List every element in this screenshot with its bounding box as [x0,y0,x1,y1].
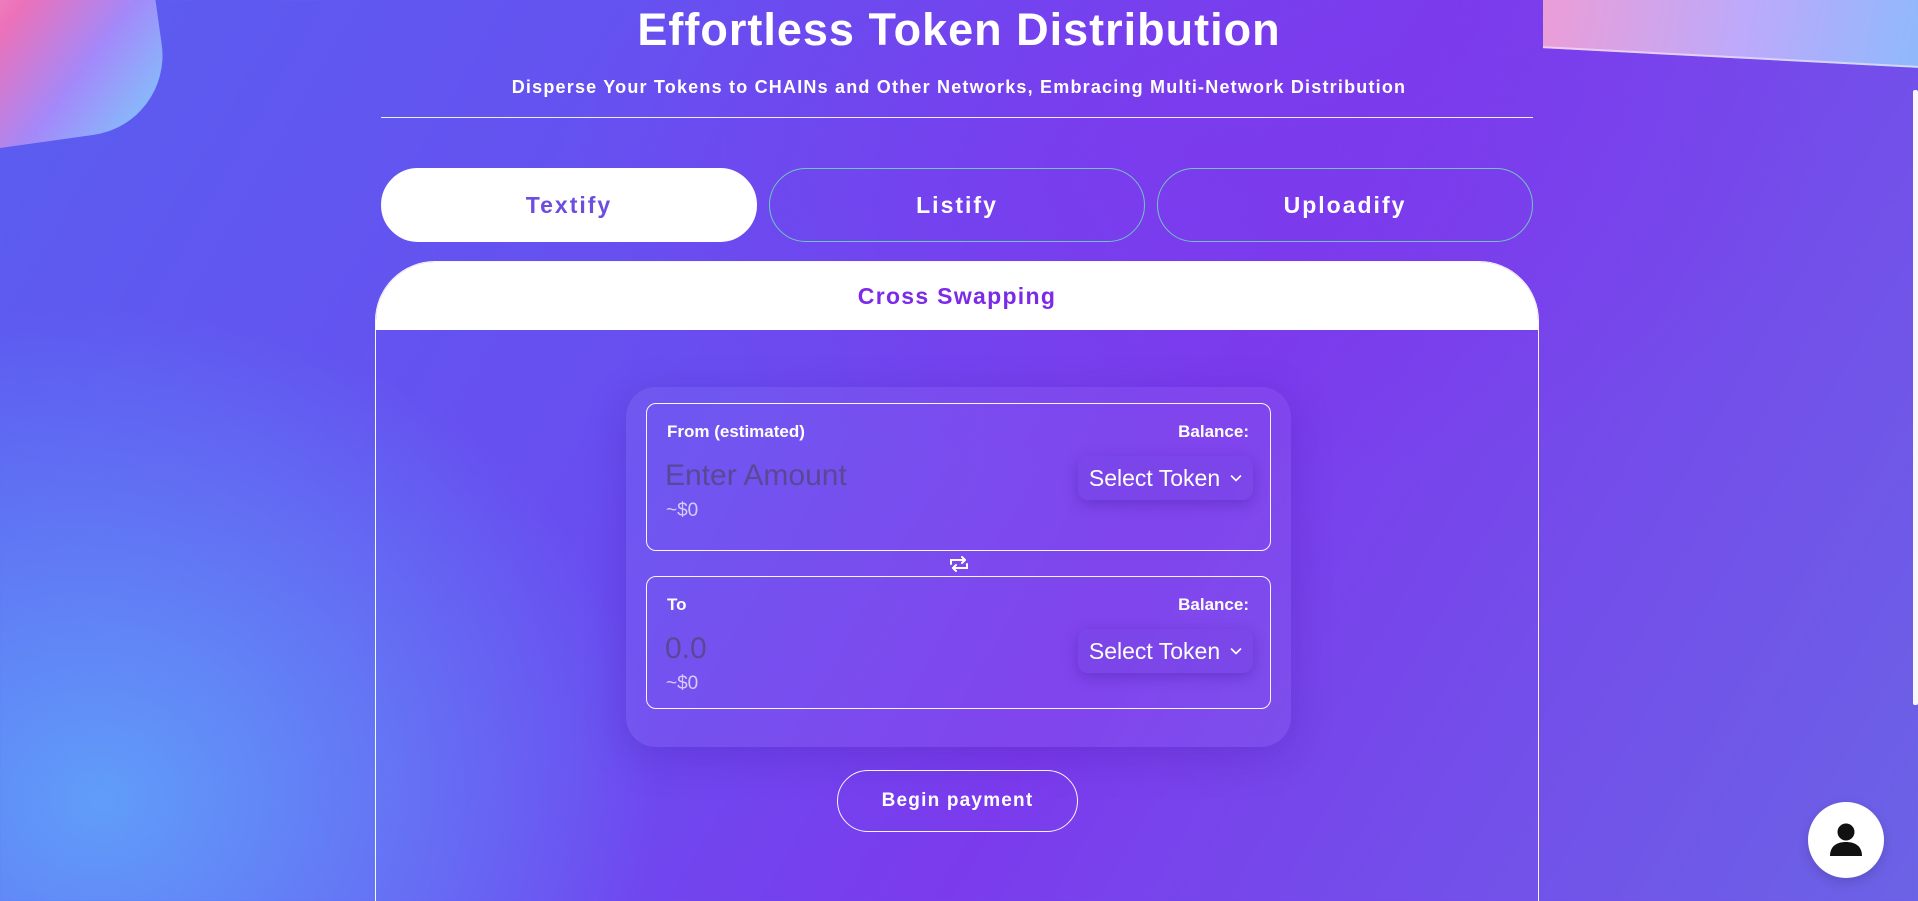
begin-payment-button[interactable]: Begin payment [837,770,1078,832]
chevron-down-icon [1230,475,1242,482]
from-token-select[interactable]: Select Token [1078,456,1253,500]
tab-listify[interactable]: Listify [769,168,1145,242]
page-title: Effortless Token Distribution [637,4,1281,55]
from-token-label: Select Token [1088,464,1221,491]
card-title: Cross Swapping [376,262,1538,330]
to-amount-input[interactable] [665,629,1045,669]
page-subtitle: Disperse Your Tokens to CHAINs and Other… [511,77,1407,97]
to-token-label: Select Token [1088,637,1221,664]
swap-panel: From (estimated) Balance: ~$0 Select Tok… [626,387,1291,747]
to-label: To [667,595,687,614]
swap-card: Cross Swapping From (estimated) Balance:… [375,261,1539,901]
account-button[interactable] [1808,802,1884,878]
to-box: To Balance: ~$0 Select Token [646,576,1271,709]
from-label: From (estimated) [667,422,805,441]
to-token-select[interactable]: Select Token [1078,629,1253,673]
from-balance-label: Balance: [1178,422,1249,441]
header-divider [381,117,1533,118]
to-balance-label: Balance: [1178,595,1249,614]
from-usd-value: ~$0 [666,500,699,521]
chevron-down-icon [1230,648,1242,655]
from-amount-input[interactable] [665,456,1045,496]
user-icon [1830,823,1862,856]
tab-textify[interactable]: Textify [381,168,757,242]
to-usd-value: ~$0 [666,673,699,694]
from-box: From (estimated) Balance: ~$0 Select Tok… [646,403,1271,551]
tab-uploadify[interactable]: Uploadify [1157,168,1533,242]
scrollbar[interactable] [1913,90,1918,705]
swap-arrows-icon[interactable] [947,555,971,573]
